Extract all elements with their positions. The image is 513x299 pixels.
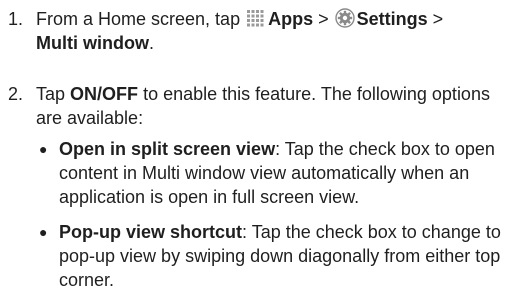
instruction-document: 1. From a Home screen, tap Apps > Settin… bbox=[0, 0, 513, 299]
bullet-dot-icon: ● bbox=[39, 141, 48, 157]
bullet-dot-icon: ● bbox=[39, 224, 48, 240]
onoff-label: ON/OFF bbox=[70, 84, 139, 104]
separator: > bbox=[318, 9, 329, 29]
option-title: Open in split screen view bbox=[59, 139, 276, 159]
step-number: 1. bbox=[8, 9, 24, 29]
step-1-prefix: From a Home screen, tap bbox=[36, 9, 241, 29]
option-text: Pop-up view shortcut: Tap the check box … bbox=[59, 220, 511, 292]
apps-label: Apps bbox=[268, 9, 314, 29]
step-2-tap: Tap bbox=[36, 84, 66, 104]
option-text: Open in split screen view: Tap the check… bbox=[59, 137, 511, 209]
step-1-text: From a Home screen, tap Apps > Settings … bbox=[36, 7, 508, 55]
apps-grid-icon bbox=[246, 8, 266, 28]
option-title: Pop-up view shortcut bbox=[59, 222, 243, 242]
multi-window-label: Multi window bbox=[36, 33, 149, 53]
settings-label: Settings bbox=[356, 9, 428, 29]
settings-gear-icon bbox=[334, 8, 355, 28]
separator: > bbox=[432, 9, 444, 29]
step-2-text: Tap ON/OFF to enable this feature. The f… bbox=[36, 82, 508, 130]
step-number: 2. bbox=[8, 84, 24, 104]
step-1-period: . bbox=[148, 33, 154, 53]
